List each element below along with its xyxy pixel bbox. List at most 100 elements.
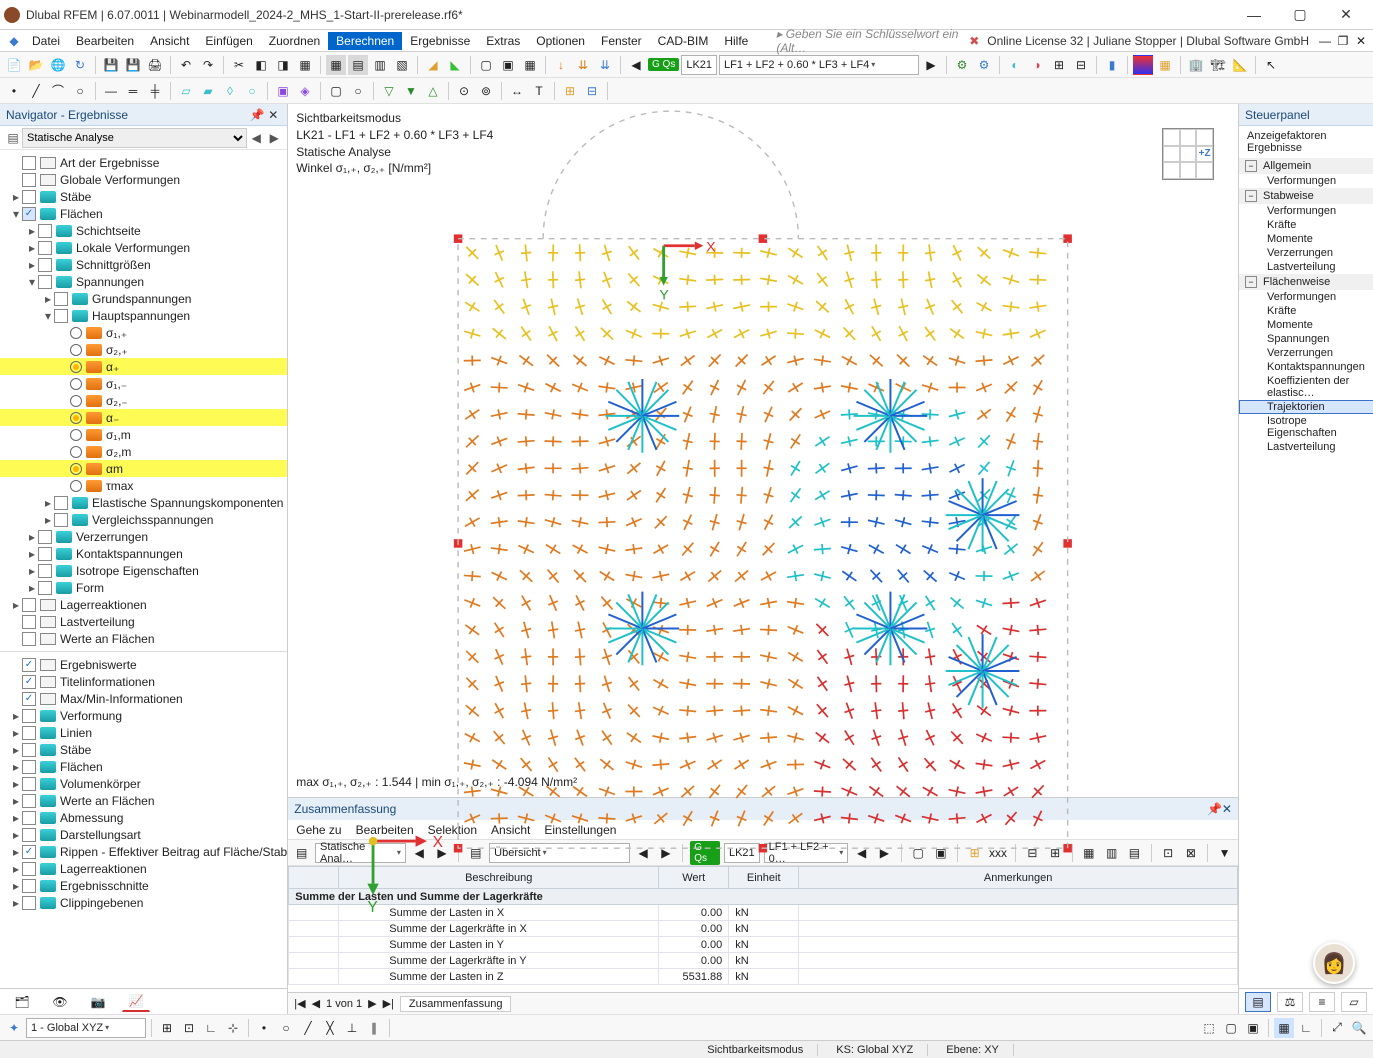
menu-item-optionen[interactable]: Optionen: [528, 32, 593, 50]
new-file-icon[interactable]: 📄: [4, 55, 24, 75]
cp-row[interactable]: Isotrope Eigenschaften0.00: [1239, 414, 1373, 440]
tool-icon-3[interactable]: ▦: [295, 55, 315, 75]
calc-icon-1[interactable]: ⚙: [952, 55, 972, 75]
window-maximize-button[interactable]: ▢: [1277, 1, 1323, 29]
solid-icon-1[interactable]: ▣: [273, 81, 293, 101]
tree-checkbox[interactable]: [22, 598, 36, 612]
cp-row[interactable]: Spannungen0.00: [1239, 332, 1373, 346]
gen-icon-2[interactable]: ⊟: [582, 81, 602, 101]
cp-row[interactable]: Kräfte1.00: [1239, 218, 1373, 232]
grid-icon-3[interactable]: ▥: [370, 55, 390, 75]
text-icon[interactable]: T: [529, 81, 549, 101]
gen-icon-1[interactable]: ⊞: [560, 81, 580, 101]
circle-icon[interactable]: ○: [70, 81, 90, 101]
refresh-icon[interactable]: ↻: [70, 55, 90, 75]
menu-item-zuordnen[interactable]: Zuordnen: [261, 32, 328, 50]
tree-radio[interactable]: [70, 412, 82, 424]
section-icon[interactable]: ▮: [1102, 55, 1122, 75]
menu-item-extras[interactable]: Extras: [478, 32, 528, 50]
cp-group-header[interactable]: −Stabweise: [1239, 188, 1373, 204]
tree-item[interactable]: Ergebniswerte: [0, 656, 287, 673]
hinge-icon-2[interactable]: ⊚: [476, 81, 496, 101]
tree-radio[interactable]: [70, 480, 82, 492]
tree-checkbox[interactable]: [22, 709, 36, 723]
osnap-icon-1[interactable]: •: [254, 1018, 274, 1038]
assistant-avatar[interactable]: 👩: [1313, 942, 1355, 984]
ortho-icon[interactable]: ∟: [1296, 1018, 1316, 1038]
tree-item[interactable]: ▸Schnittgrößen: [0, 256, 287, 273]
cp-tab-factors-icon[interactable]: ▤: [1245, 992, 1271, 1012]
colormap-icon-1[interactable]: [1133, 55, 1153, 75]
tree-checkbox[interactable]: [38, 564, 52, 578]
save-all-icon[interactable]: 💾: [123, 55, 143, 75]
tree-item[interactable]: ▸Clippingebenen: [0, 894, 287, 911]
display-icon-2[interactable]: ▣: [498, 55, 518, 75]
nav-tab-eye-icon[interactable]: 👁: [46, 992, 74, 1012]
tree-item[interactable]: ▸Lagerreaktionen: [0, 596, 287, 613]
tree-item[interactable]: σ₁,₊: [0, 324, 287, 341]
tree-item[interactable]: ▸Linien: [0, 724, 287, 741]
tree-checkbox[interactable]: [22, 811, 36, 825]
cp-row[interactable]: Lastverteilung1.00: [1239, 260, 1373, 274]
display-icon-1[interactable]: ▢: [476, 55, 496, 75]
cp-row[interactable]: Verzerrungen0.00: [1239, 346, 1373, 360]
view-cube[interactable]: +Z: [1162, 128, 1214, 180]
cp-row[interactable]: Kontaktspannungen0.00: [1239, 360, 1373, 374]
support-icon-3[interactable]: △: [423, 81, 443, 101]
cp-row[interactable]: Lastverteilung0.00: [1239, 440, 1373, 454]
osnap-icon-5[interactable]: ⊥: [342, 1018, 362, 1038]
tree-radio[interactable]: [70, 395, 82, 407]
viewport[interactable]: X Y X Y Sichtbarkeitsmodus LK21 - LF1 + …: [288, 104, 1238, 798]
nav-tab-data-icon[interactable]: 🗂: [8, 992, 36, 1012]
results-icon-1[interactable]: ◐: [1005, 55, 1025, 75]
tree-item[interactable]: αm: [0, 460, 287, 477]
tree-item[interactable]: τmax: [0, 477, 287, 494]
tree-radio[interactable]: [70, 378, 82, 390]
navigator-analysis-select[interactable]: Statische Analyse: [22, 128, 247, 148]
arrow-left-icon[interactable]: ◀: [626, 55, 646, 75]
tree-radio[interactable]: [70, 327, 82, 339]
surface-icon-1[interactable]: ▱: [176, 81, 196, 101]
menu-item-hilfe[interactable]: Hilfe: [716, 32, 756, 50]
cp-group-header[interactable]: −Allgemein: [1239, 158, 1373, 174]
tree-checkbox[interactable]: [38, 224, 52, 238]
tree-item[interactable]: ▸Form: [0, 579, 287, 596]
tree-checkbox[interactable]: [22, 879, 36, 893]
snap-icon-2[interactable]: ⊡: [179, 1018, 199, 1038]
osnap-icon-4[interactable]: ╳: [320, 1018, 340, 1038]
tree-item[interactable]: σ₂,₊: [0, 341, 287, 358]
menu-item-bearbeiten[interactable]: Bearbeiten: [68, 32, 142, 50]
cp-group-header[interactable]: −Flächenweise: [1239, 274, 1373, 290]
menu-item-berechnen[interactable]: Berechnen: [328, 32, 402, 50]
tree-checkbox[interactable]: [38, 258, 52, 272]
navigator-tree[interactable]: Art der ErgebnisseGlobale Verformungen▸S…: [0, 150, 287, 988]
navigator-filter-icon[interactable]: ▤: [4, 131, 22, 145]
tree-item[interactable]: ▸Isotrope Eigenschaften: [0, 562, 287, 579]
summary-first-icon[interactable]: |◀: [294, 997, 305, 1010]
navigator-close-icon[interactable]: ✕: [265, 108, 281, 122]
tree-item[interactable]: ▸Abmessung: [0, 809, 287, 826]
tree-item[interactable]: Titelinformationen: [0, 673, 287, 690]
member-icon-1[interactable]: ―: [101, 81, 121, 101]
opening-icon-2[interactable]: ○: [348, 81, 368, 101]
tree-item[interactable]: ▸Werte an Flächen: [0, 792, 287, 809]
arrow-right-icon[interactable]: ▶: [921, 55, 941, 75]
control-panel-body[interactable]: −AllgemeinVerformungen502.73−StabweiseVe…: [1239, 158, 1373, 988]
app-menu-icon[interactable]: ◆: [4, 31, 24, 51]
tree-item[interactable]: σ₁,m: [0, 426, 287, 443]
dimension-icon[interactable]: ↔: [507, 81, 527, 101]
tree-checkbox[interactable]: [22, 173, 36, 187]
member-icon-3[interactable]: ╪: [145, 81, 165, 101]
tree-checkbox[interactable]: [38, 530, 52, 544]
load-combination-combo[interactable]: LF1 + LF2 + 0.60 * LF3 + LF4▾: [719, 55, 919, 75]
results-icon-4[interactable]: ⊟: [1071, 55, 1091, 75]
view-front-icon[interactable]: ▣: [1243, 1018, 1263, 1038]
tree-item[interactable]: σ₂,₋: [0, 392, 287, 409]
cp-tab-list-icon[interactable]: ≡: [1309, 992, 1335, 1012]
view-iso-icon[interactable]: ⬚: [1199, 1018, 1219, 1038]
cut-icon[interactable]: ✂: [229, 55, 249, 75]
tree-item[interactable]: ▸Ergebnisschnitte: [0, 877, 287, 894]
tree-radio[interactable]: [70, 361, 82, 373]
table-row[interactable]: Summe der Lasten in Z5531.88kN: [289, 969, 1238, 985]
tree-item[interactable]: σ₂,m: [0, 443, 287, 460]
